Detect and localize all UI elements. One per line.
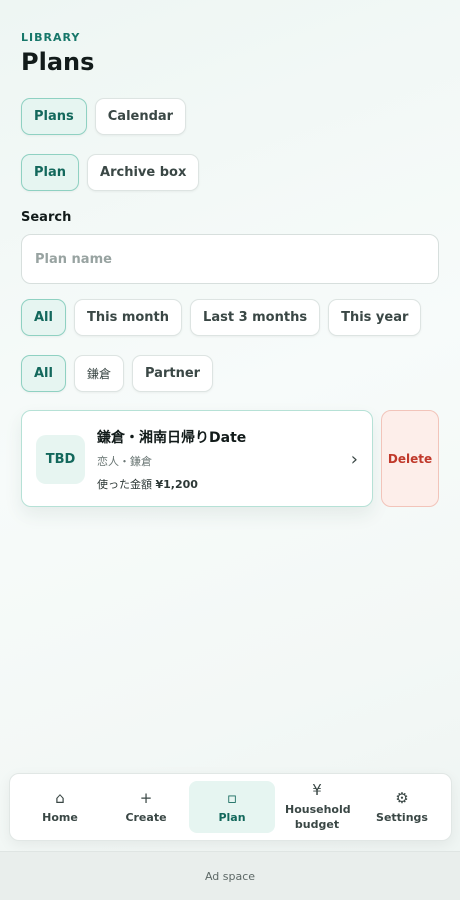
- nav-plan[interactable]: ▫ Plan: [189, 781, 275, 833]
- type-tabs: Plan Archive box: [21, 154, 200, 191]
- tag-filter-partner[interactable]: Partner: [132, 355, 214, 392]
- section-eyebrow: LIBRARY: [21, 31, 81, 44]
- tab-calendar[interactable]: Calendar: [94, 98, 187, 135]
- tag-filter-kamakura[interactable]: 鎌倉: [73, 355, 124, 392]
- period-filter-last-3-months[interactable]: Last 3 months: [190, 299, 321, 336]
- chevron-right-icon: ›: [350, 449, 358, 470]
- bottom-nav: ⌂ Home + Create ▫ Plan ¥ Household budge…: [9, 773, 452, 841]
- plan-title: 鎌倉・湘南日帰りDate: [97, 430, 247, 446]
- nav-settings-label: Settings: [376, 810, 428, 824]
- plan-card[interactable]: TBD 鎌倉・湘南日帰りDate 恋人・鎌倉 使った金額 ¥1,200 ›: [21, 410, 373, 507]
- plan-icon: ▫: [226, 788, 238, 807]
- search-input[interactable]: [21, 234, 439, 284]
- nav-household-budget[interactable]: ¥ Household budget: [275, 781, 359, 833]
- plans-page: LIBRARY Plans Plans Calendar Plan Archiv…: [0, 0, 460, 900]
- search-label: Search: [21, 210, 72, 225]
- plan-amount-value: ¥1,200: [155, 478, 198, 491]
- period-filter-this-year[interactable]: This year: [328, 299, 422, 336]
- nav-household-budget-label: Household budget: [285, 803, 351, 831]
- nav-create[interactable]: + Create: [103, 781, 189, 833]
- tab-plan[interactable]: Plan: [21, 154, 80, 191]
- period-filter-this-month[interactable]: This month: [73, 299, 183, 336]
- plan-subtitle: 恋人・鎌倉: [97, 455, 152, 468]
- tag-filter-all[interactable]: All: [21, 355, 66, 392]
- plan-amount-label: 使った金額: [97, 478, 152, 491]
- delete-plan-button[interactable]: Delete: [381, 410, 439, 507]
- yen-icon: ¥: [312, 781, 322, 799]
- period-filters: All This month Last 3 months This year: [21, 299, 422, 336]
- gear-icon: ⚙: [395, 788, 409, 807]
- period-filter-all[interactable]: All: [21, 299, 66, 336]
- nav-home[interactable]: ⌂ Home: [17, 781, 103, 833]
- plan-amount: 使った金額 ¥1,200: [97, 476, 198, 492]
- view-tabs: Plans Calendar: [21, 98, 187, 135]
- plus-icon: +: [139, 788, 153, 807]
- page-title: Plans: [21, 48, 95, 76]
- plan-status-badge: TBD: [36, 435, 85, 484]
- nav-home-label: Home: [42, 810, 78, 824]
- tag-filters: All 鎌倉 Partner: [21, 355, 214, 392]
- home-icon: ⌂: [55, 788, 65, 807]
- tab-archive-box[interactable]: Archive box: [87, 154, 200, 191]
- nav-plan-label: Plan: [218, 810, 246, 824]
- tab-plans[interactable]: Plans: [21, 98, 87, 135]
- nav-settings[interactable]: ⚙ Settings: [359, 781, 445, 833]
- ad-banner: Ad space: [0, 851, 460, 900]
- nav-create-label: Create: [125, 810, 167, 824]
